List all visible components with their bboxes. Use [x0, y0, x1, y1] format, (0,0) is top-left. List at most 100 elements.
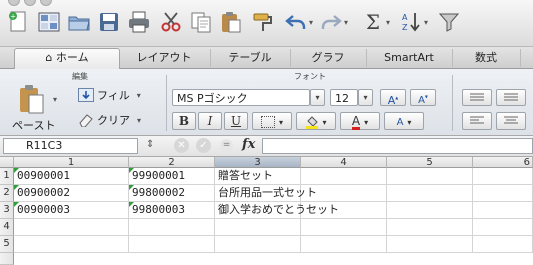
- confirm-entry-icon[interactable]: ✓: [196, 138, 211, 153]
- cell[interactable]: [14, 219, 129, 236]
- autosum-dropdown-icon[interactable]: ▾: [386, 18, 390, 27]
- undo-dropdown-icon[interactable]: ▾: [309, 18, 313, 27]
- underline-button[interactable]: U: [224, 112, 248, 130]
- cell[interactable]: [215, 219, 301, 236]
- cell[interactable]: 99900001: [129, 168, 215, 185]
- copy-icon[interactable]: [188, 9, 214, 35]
- cell[interactable]: [301, 202, 387, 219]
- row-header[interactable]: 1: [0, 168, 14, 185]
- font-size-dropdown-icon[interactable]: ▾: [358, 89, 373, 106]
- align-left-button[interactable]: [462, 112, 492, 130]
- save-icon[interactable]: [96, 9, 122, 35]
- cell[interactable]: 00900002: [14, 185, 129, 202]
- cell[interactable]: 00900003: [14, 202, 129, 219]
- cell[interactable]: [473, 219, 533, 236]
- close-window-button[interactable]: [8, 0, 20, 6]
- cell[interactable]: [473, 202, 533, 219]
- minimize-window-button[interactable]: [24, 0, 36, 6]
- print-icon[interactable]: [126, 9, 152, 35]
- redo-dropdown-icon[interactable]: ▾: [344, 18, 348, 27]
- row-header[interactable]: 3: [0, 202, 14, 219]
- cell[interactable]: 贈答セット: [215, 168, 301, 185]
- filter-icon[interactable]: [436, 9, 462, 35]
- ribbon-tab-bar: ⌂ ホーム レイアウト テーブル グラフ SmartArt 数式: [0, 47, 533, 69]
- fill-dropdown-icon[interactable]: ▾: [137, 91, 141, 100]
- phonetic-button[interactable]: A ▾: [384, 112, 424, 130]
- column-header[interactable]: 6: [473, 157, 533, 168]
- paste-button[interactable]: ▾: [18, 83, 57, 115]
- cell[interactable]: 台所用品一式セット: [215, 185, 317, 202]
- cut-icon[interactable]: [158, 9, 184, 35]
- cell[interactable]: [129, 219, 215, 236]
- column-header[interactable]: 1: [14, 157, 129, 168]
- select-all-corner[interactable]: [0, 157, 14, 168]
- clear-dropdown-icon[interactable]: ▾: [137, 116, 141, 125]
- font-name-input[interactable]: MS Pゴシック: [172, 89, 310, 106]
- cell[interactable]: 00900001: [14, 168, 129, 185]
- tab-smartart[interactable]: SmartArt: [366, 49, 453, 67]
- cell[interactable]: [301, 185, 387, 202]
- cell[interactable]: [301, 219, 387, 236]
- new-workbook-icon[interactable]: +: [6, 9, 32, 35]
- tab-chart[interactable]: グラフ: [290, 49, 367, 67]
- sort-dropdown-icon[interactable]: ▾: [424, 18, 428, 27]
- undo-icon[interactable]: [283, 9, 309, 35]
- cell[interactable]: 御入学おめでとうセット: [215, 202, 339, 219]
- borders-button[interactable]: ▾: [252, 112, 292, 130]
- cell[interactable]: [301, 168, 387, 185]
- row-header[interactable]: 5: [0, 236, 14, 253]
- cell[interactable]: [473, 185, 533, 202]
- column-header[interactable]: 5: [387, 157, 473, 168]
- tab-layout[interactable]: レイアウト: [118, 49, 211, 67]
- cell[interactable]: [301, 236, 387, 253]
- cell[interactable]: 99800003: [129, 202, 215, 219]
- cell[interactable]: [387, 236, 473, 253]
- autosum-icon[interactable]: Σ: [360, 9, 386, 35]
- cancel-entry-icon[interactable]: ✕: [174, 138, 189, 153]
- font-name-dropdown-icon[interactable]: ▾: [310, 89, 325, 106]
- cell[interactable]: [14, 236, 129, 253]
- insert-function-icon[interactable]: =: [220, 139, 233, 152]
- cell[interactable]: [387, 168, 473, 185]
- cell[interactable]: 99800002: [129, 185, 215, 202]
- row-header[interactable]: [0, 253, 14, 265]
- align-center-button[interactable]: [496, 112, 526, 130]
- column-header-selected[interactable]: 3: [215, 157, 301, 168]
- align-middle-button[interactable]: [496, 89, 526, 106]
- row-header[interactable]: 2: [0, 185, 14, 202]
- tab-table[interactable]: テーブル: [210, 49, 291, 67]
- tab-formulas[interactable]: 数式: [452, 49, 521, 67]
- tab-home[interactable]: ⌂ ホーム: [14, 48, 120, 69]
- increase-font-size-button[interactable]: A▴: [380, 89, 406, 107]
- cell[interactable]: [387, 202, 473, 219]
- fill-color-button[interactable]: ▾: [296, 112, 336, 130]
- fill-button[interactable]: フィル ▾: [78, 87, 141, 103]
- cell[interactable]: [387, 219, 473, 236]
- name-box[interactable]: R11C3: [3, 138, 138, 154]
- cell[interactable]: [473, 236, 533, 253]
- paste-dropdown-icon[interactable]: ▾: [53, 95, 57, 104]
- cell[interactable]: [215, 236, 301, 253]
- column-header[interactable]: 4: [301, 157, 387, 168]
- font-size-input[interactable]: 12: [330, 89, 358, 106]
- name-box-stepper-icon[interactable]: ⇕: [146, 139, 154, 150]
- font-color-button[interactable]: A ▾: [340, 112, 380, 130]
- row-header[interactable]: 4: [0, 219, 14, 236]
- cell[interactable]: [387, 185, 473, 202]
- decrease-font-size-button[interactable]: A▾: [410, 89, 436, 106]
- italic-button[interactable]: I: [198, 112, 222, 130]
- formula-input[interactable]: [262, 138, 533, 154]
- align-top-button[interactable]: [462, 89, 492, 106]
- zoom-window-button[interactable]: [40, 0, 52, 6]
- sort-icon[interactable]: AZ: [398, 9, 424, 35]
- bold-button[interactable]: B: [172, 112, 196, 130]
- format-painter-icon[interactable]: [250, 9, 276, 35]
- redo-icon[interactable]: [318, 9, 344, 35]
- template-gallery-icon[interactable]: [36, 9, 62, 35]
- cell[interactable]: [473, 168, 533, 185]
- clear-button[interactable]: クリア ▾: [78, 112, 141, 128]
- open-folder-icon[interactable]: [66, 9, 92, 35]
- column-header[interactable]: 2: [129, 157, 215, 168]
- paste-icon[interactable]: [218, 9, 244, 35]
- cell[interactable]: [129, 236, 215, 253]
